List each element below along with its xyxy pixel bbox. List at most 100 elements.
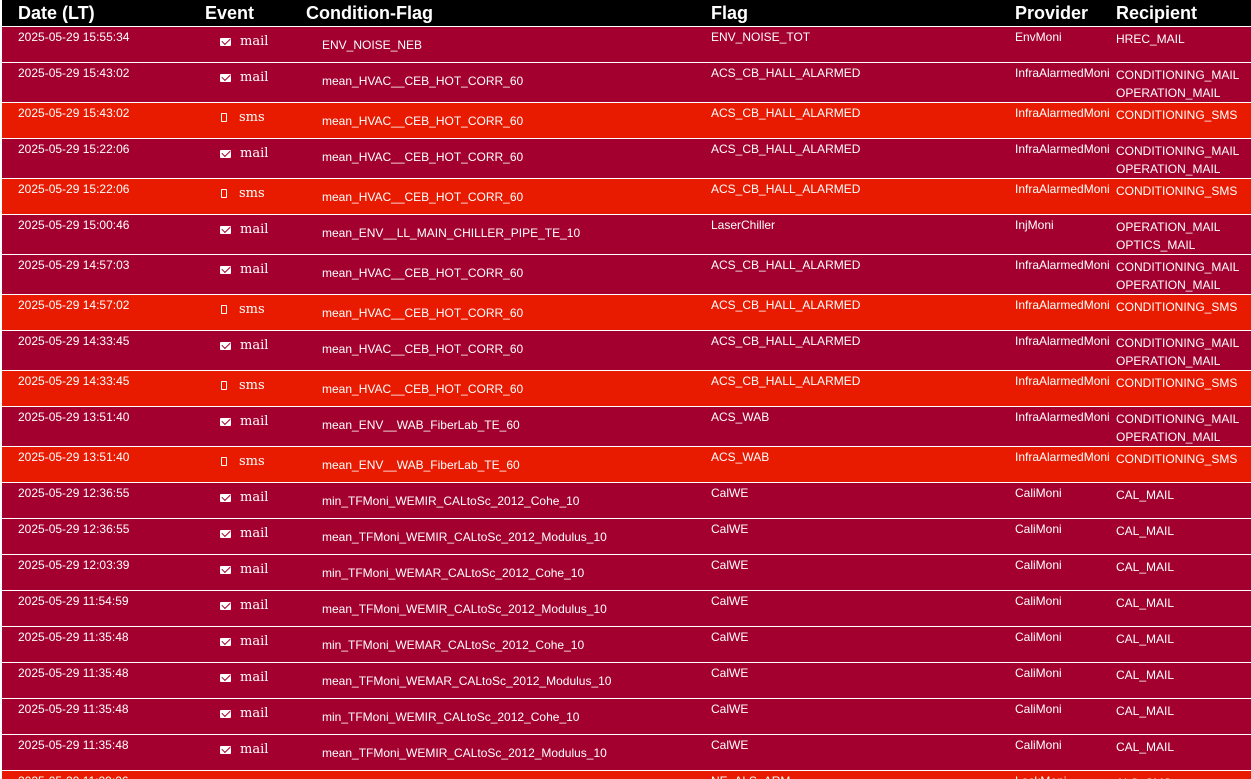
event-type-label: mail [240,222,269,237]
cell-event: mail [205,734,306,771]
cell-recipient: CONDITIONING_MAIL OPERATION_MAIL [1116,406,1251,447]
cell-condition-flag: mean_HVAC__CEB_HOT_CORR_60 [306,178,711,215]
recipient-item: CAL_MAIL [1116,524,1175,538]
cell-recipient: CONDITIONING_SMS [1116,102,1251,139]
cell-flag: ACS_CB_HALL_ALARMED [711,178,1015,215]
recipient-item: CONDITIONING_SMS [1116,184,1238,198]
table-row[interactable]: 2025-05-29 11:29:26smsmean_ALS_NEB_PD_GR… [2,770,1251,779]
cell-event: mail [205,330,306,371]
recipient-item: CONDITIONING_MAIL [1116,68,1240,82]
cell-provider: CaliMoni [1015,590,1116,627]
cell-event: mail [205,626,306,663]
cell-provider: CaliMoni [1015,698,1116,735]
mail-icon [220,709,231,718]
column-header-provider[interactable]: Provider [1015,0,1116,27]
table-row[interactable]: 2025-05-29 12:03:39 mail min_TFMoni_WEMAR_… [2,554,1251,591]
cell-recipient: CAL_MAIL [1116,734,1251,771]
table-row[interactable]: 2025-05-29 14:57:02 sms mean_HVAC__CEB_HOT… [2,294,1251,331]
recipient-item: CAL_MAIL [1116,668,1175,682]
event-type-label: mail [240,598,269,613]
table-row[interactable]: 2025-05-29 15:00:46 mail mean_ENV__LL_MAIN… [2,214,1251,255]
cell-condition-flag: mean_ENV__WAB_FiberLab_TE_60 [306,446,711,483]
column-header-condition-flag[interactable]: Condition-Flag [306,0,711,27]
cell-provider: InfraAlarmedMoni [1015,102,1116,139]
cell-event: mail [205,138,306,179]
table-row[interactable]: 2025-05-29 15:55:34 mail ENV_NOISE_NEB ENV_… [2,26,1251,63]
event-type-label: sms [239,110,265,125]
cell-provider: CaliMoni [1015,626,1116,663]
table-row[interactable]: 2025-05-29 15:43:02 mail mean_HVAC__CEB_HO… [2,62,1251,103]
cell-condition-flag: mean_TFMoni_WEMIR_CALtoSc_2012_Modulus_1… [306,518,711,555]
cell-condition-flag: mean_ALS_NEB_PD_GREEN_2F_mag_100Hz_10 [306,770,711,779]
table-row[interactable]: 2025-05-29 14:57:03 mail mean_HVAC__CEB_HO… [2,254,1251,295]
cell-provider: InfraAlarmedMoni [1015,294,1116,331]
table-row[interactable]: 2025-05-29 12:36:55 mail min_TFMoni_WEMIR_… [2,482,1251,519]
cell-recipient: CAL_MAIL [1116,518,1251,555]
header-row: Date (LT) Event Condition-Flag Flag Prov… [2,0,1251,27]
cell-condition-flag: min_TFMoni_WEMIR_CALtoSc_2012_Cohe_10 [306,482,711,519]
column-header-recipient[interactable]: Recipient [1116,0,1251,27]
cell-flag: ACS_CB_HALL_ALARMED [711,370,1015,407]
column-header-event[interactable]: Event [205,0,306,27]
table-row[interactable]: 2025-05-29 15:22:06 mail mean_HVAC__CEB_HO… [2,138,1251,179]
cell-condition-flag: min_TFMoni_WEMAR_CALtoSc_2012_Cohe_10 [306,626,711,663]
recipient-item: CAL_MAIL [1116,632,1175,646]
cell-flag: CalWE [711,698,1015,735]
phone-icon [221,113,227,122]
table-row[interactable]: 2025-05-29 11:54:59 mail mean_TFMoni_WEMIR… [2,590,1251,627]
cell-date: 2025-05-29 12:36:55 [2,518,205,555]
table-row[interactable]: 2025-05-29 15:43:02 sms mean_HVAC__CEB_HOT… [2,102,1251,139]
table-row[interactable]: 2025-05-29 14:33:45 sms mean_HVAC__CEB_HOT… [2,370,1251,407]
cell-provider: InfraAlarmedMoni [1015,138,1116,179]
cell-event: sms [205,770,306,779]
mail-icon [220,341,231,350]
cell-event: sms [205,102,306,139]
cell-flag: CalWE [711,518,1015,555]
cell-provider: EnvMoni [1015,26,1116,63]
event-type-label: mail [240,562,269,577]
cell-condition-flag: mean_HVAC__CEB_HOT_CORR_60 [306,254,711,295]
recipient-item: OPERATION_MAIL [1116,430,1221,444]
cell-date: 2025-05-29 14:57:02 [2,294,205,331]
table-row[interactable]: 2025-05-29 13:51:40 sms mean_ENV__WAB_Fibe… [2,446,1251,483]
notification-log: Date (LT) Event Condition-Flag Flag Prov… [0,0,1251,779]
cell-date: 2025-05-29 12:03:39 [2,554,205,591]
event-type-label: mail [240,146,269,161]
table-row[interactable]: 2025-05-29 13:51:40 mail mean_ENV__WAB_Fib… [2,406,1251,447]
event-type-label: sms [239,302,265,317]
cell-event: mail [205,518,306,555]
event-type-label: mail [240,34,269,49]
phone-icon [221,457,227,466]
cell-condition-flag: mean_HVAC__CEB_HOT_CORR_60 [306,138,711,179]
column-header-flag[interactable]: Flag [711,0,1015,27]
table-row[interactable]: 2025-05-29 12:36:55 mail mean_TFMoni_WEMIR… [2,518,1251,555]
event-type-label: mail [240,490,269,505]
cell-recipient: CONDITIONING_SMS [1116,178,1251,215]
table-row[interactable]: 2025-05-29 11:35:48 mail mean_TFMoni_WEMAR… [2,662,1251,699]
mail-icon [220,565,231,574]
table-row[interactable]: 2025-05-29 14:33:45 mail mean_HVAC__CEB_HO… [2,330,1251,371]
table-row[interactable]: 2025-05-29 11:35:48 mail min_TFMoni_WEMAR_… [2,626,1251,663]
event-type-label: mail [240,414,269,429]
mail-icon [220,673,231,682]
cell-condition-flag: mean_HVAC__CEB_HOT_CORR_60 [306,370,711,407]
recipient-item: CONDITIONING_SMS [1116,108,1238,122]
cell-recipient: CAL_MAIL [1116,590,1251,627]
table-header: Date (LT) Event Condition-Flag Flag Prov… [2,0,1251,27]
cell-date: 2025-05-29 12:36:55 [2,482,205,519]
cell-flag: ACS_CB_HALL_ALARMED [711,62,1015,103]
cell-condition-flag: mean_TFMoni_WEMAR_CALtoSc_2012_Modulus_1… [306,662,711,699]
cell-flag: CalWE [711,734,1015,771]
table-row[interactable]: 2025-05-29 15:22:06 sms mean_HVAC__CEB_HOT… [2,178,1251,215]
cell-recipient: HREC_MAIL [1116,26,1251,63]
column-header-date[interactable]: Date (LT) [2,0,205,27]
cell-provider: CaliMoni [1015,662,1116,699]
cell-date: 2025-05-29 14:57:03 [2,254,205,295]
table-row[interactable]: 2025-05-29 11:35:48 mail mean_TFMoni_WEMIR… [2,734,1251,771]
table-row[interactable]: 2025-05-29 11:35:48 mail min_TFMoni_WEMIR_… [2,698,1251,735]
cell-event: mail [205,482,306,519]
recipient-item: CONDITIONING_MAIL [1116,412,1240,426]
cell-date: 2025-05-29 15:55:34 [2,26,205,63]
cell-flag: CalWE [711,662,1015,699]
cell-provider: InfraAlarmedMoni [1015,254,1116,295]
